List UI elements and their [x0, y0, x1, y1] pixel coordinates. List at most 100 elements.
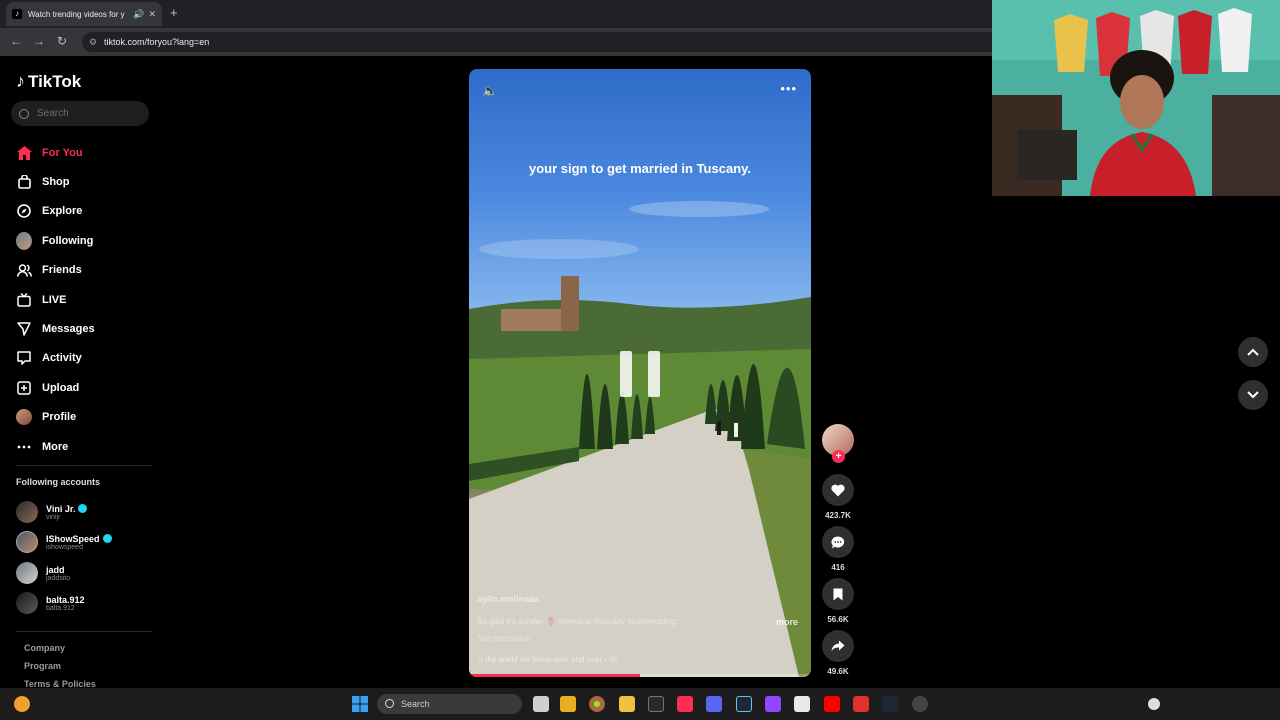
obs-icon[interactable] [912, 696, 928, 712]
upload-icon [16, 380, 32, 396]
url-text: tiktok.com/foryou?lang=en [104, 37, 210, 47]
profile-avatar-icon [16, 409, 32, 426]
share-button[interactable] [822, 630, 854, 662]
dots-icon [16, 439, 32, 455]
windows-start-icon[interactable] [352, 696, 368, 712]
onedrive-icon[interactable] [1148, 698, 1160, 710]
account-avatar [16, 562, 38, 584]
video-player[interactable]: your sign to get married in Tuscany. 🔈 •… [469, 69, 811, 677]
tiktok-logo[interactable]: ♪ TikTok [16, 71, 81, 92]
search-icon [385, 699, 394, 708]
next-video-button[interactable] [1238, 380, 1268, 410]
youtube-icon[interactable] [824, 696, 840, 712]
nav-for-you[interactable]: For You [16, 138, 95, 167]
following-accounts-title: Following accounts [16, 477, 101, 487]
verified-badge-icon [102, 534, 112, 543]
inbox-icon [16, 350, 32, 366]
twitch-icon[interactable] [765, 696, 781, 712]
footer-link-program[interactable]: Program [24, 661, 61, 671]
epic-games-icon[interactable] [648, 696, 664, 712]
account-avatar [16, 592, 38, 614]
home-icon [16, 145, 32, 161]
nav-more[interactable]: More [16, 432, 95, 461]
footer-link-company[interactable]: Company [24, 643, 65, 653]
following-avatar [16, 231, 32, 250]
nav-activity[interactable]: Activity [16, 344, 95, 373]
description-more-button[interactable]: more [776, 617, 798, 627]
following-avatar-icon [16, 231, 32, 250]
webcam-overlay [992, 0, 1280, 196]
steam-icon-2[interactable] [882, 696, 898, 712]
weather-icon[interactable] [14, 696, 30, 712]
close-tab-icon[interactable]: ✕ [148, 9, 156, 20]
taskbar-search-label: Search [401, 699, 430, 709]
app-r-icon[interactable] [560, 696, 576, 712]
volume-icon[interactable]: 🔈 [482, 83, 498, 99]
more-options-icon[interactable]: ••• [780, 81, 797, 96]
nav-label: Following [42, 234, 94, 247]
save-count: 56.6K [827, 615, 849, 624]
reload-icon[interactable]: ↻ [57, 34, 67, 48]
app-icon[interactable] [794, 696, 810, 712]
nav-label: Explore [42, 205, 83, 218]
logo-text: TikTok [28, 71, 82, 91]
nav-explore[interactable]: Explore [16, 197, 95, 226]
follow-plus-icon[interactable]: + [832, 450, 845, 463]
site-info-icon[interactable]: ⚙ [89, 32, 97, 52]
chrome-icon[interactable] [589, 696, 605, 712]
chevron-up-icon [1247, 348, 1259, 356]
account-handle: balta.912 [46, 604, 75, 612]
account-name: jadd [46, 564, 65, 575]
nav-friends[interactable]: Friends [16, 256, 95, 285]
nav-label: Friends [42, 264, 82, 277]
browser-tab[interactable]: ♪ Watch trending videos for y 🔊 ✕ [6, 2, 162, 26]
discord-icon[interactable] [706, 696, 722, 712]
account-handle: vinijr [46, 513, 61, 521]
previous-video-button[interactable] [1238, 337, 1268, 367]
video-progress-bar[interactable] [469, 674, 811, 677]
nav-following[interactable]: Following [16, 226, 95, 255]
speaker-icon[interactable]: 🔊 [133, 9, 144, 20]
save-button[interactable] [822, 578, 854, 610]
like-button[interactable] [822, 474, 854, 506]
account-item[interactable]: IShowSpeed ishowspeed [16, 531, 112, 553]
account-item[interactable]: Vini Jr. vinijr [16, 501, 88, 523]
back-arrow-icon[interactable]: ← [10, 34, 22, 48]
friends-icon [16, 262, 32, 278]
nav-upload[interactable]: Upload [16, 373, 95, 402]
tiktok-note-icon: ♪ [16, 71, 25, 91]
nav-live[interactable]: LIVE [16, 285, 95, 314]
webcam-image [992, 0, 1280, 196]
new-tab-plus-icon[interactable]: + [170, 5, 178, 20]
account-item[interactable]: jadd jaddsito [16, 562, 70, 584]
music-label[interactable]: ♫ the world we knew over and over - mi [477, 655, 618, 664]
steam-icon[interactable] [736, 696, 752, 712]
tiktok-favicon-icon: ♪ [12, 9, 22, 19]
app-a-icon[interactable] [853, 696, 869, 712]
see-translation-link[interactable]: See translation [477, 634, 530, 643]
pause-icon[interactable] [620, 351, 660, 397]
taskbar-search-input[interactable]: Search [377, 694, 522, 714]
bag-icon [16, 174, 32, 190]
tiktok-app-icon[interactable] [677, 696, 693, 712]
share-count: 49.6K [827, 667, 849, 676]
account-item[interactable]: balta.912 balta.912 [16, 592, 85, 614]
nav-shop[interactable]: Shop [16, 167, 95, 196]
divider [16, 631, 152, 632]
account-handle: ishowspeed [46, 543, 83, 551]
video-author[interactable]: aylin.molinaaa [477, 594, 539, 604]
nav-profile[interactable]: Profile [16, 403, 95, 432]
search-input[interactable]: Search [11, 101, 149, 126]
comment-button[interactable] [822, 526, 854, 558]
nav-label: LIVE [42, 293, 67, 306]
nav-messages[interactable]: Messages [16, 314, 95, 343]
forward-arrow-icon[interactable]: → [33, 34, 45, 48]
divider [16, 465, 152, 466]
nav-label: Shop [42, 176, 70, 189]
pause-bar-left [620, 351, 632, 397]
account-name: Vini Jr. [46, 503, 76, 514]
pause-bar-right [648, 351, 660, 397]
video-caption-overlay: your sign to get married in Tuscany. [528, 161, 751, 176]
file-explorer-icon[interactable] [619, 696, 635, 712]
task-view-icon[interactable] [533, 696, 549, 712]
